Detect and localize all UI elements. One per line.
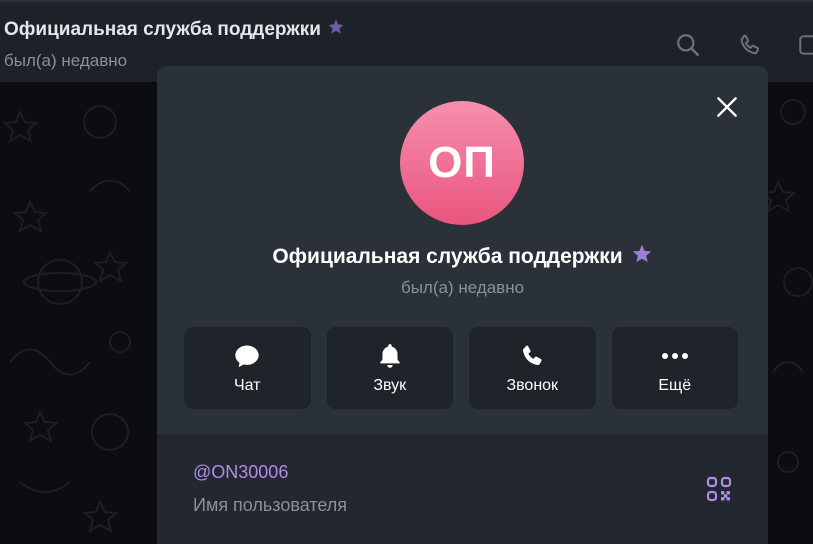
chat-button-label: Чат (233, 377, 261, 394)
premium-star-icon (327, 18, 345, 42)
search-icon[interactable] (673, 30, 703, 60)
sound-button[interactable]: Звук (326, 327, 453, 409)
wallpaper-doodles-right (768, 99, 813, 473)
profile-actions: Чат Звук Звонок Ещё (184, 327, 738, 409)
more-button-label: Ещё (658, 377, 692, 394)
call-button[interactable]: Звонок (469, 327, 596, 409)
chat-button[interactable]: Чат (184, 327, 311, 409)
sound-button-label: Звук (373, 377, 407, 394)
close-icon[interactable] (714, 94, 740, 120)
more-dots-icon (660, 341, 690, 371)
profile-name: Официальная служба поддержки (272, 245, 623, 268)
avatar-initials: ОП (428, 138, 496, 187)
username-info-section: @ON30006 Имя пользователя (157, 434, 768, 544)
profile-name-row: Официальная служба поддержки (157, 243, 768, 271)
phone-icon[interactable] (735, 30, 765, 60)
username-value[interactable]: @ON30006 (193, 462, 288, 483)
profile-modal: ОП Официальная служба поддержки был(а) н… (157, 66, 768, 544)
chat-title[interactable]: Официальная служба поддержки (4, 18, 345, 42)
qr-code-icon[interactable] (706, 476, 732, 502)
chat-bubble-icon (232, 341, 262, 371)
bell-icon (375, 341, 405, 371)
sidebar-icon[interactable] (795, 30, 813, 60)
more-button[interactable]: Ещё (611, 327, 738, 409)
call-button-label: Звонок (506, 377, 559, 394)
chat-status: был(а) недавно (4, 51, 128, 70)
username-caption: Имя пользователя (193, 495, 348, 515)
phone-icon (517, 341, 547, 371)
premium-star-icon[interactable] (631, 243, 653, 271)
wallpaper-doodles-left (2, 105, 131, 534)
chat-title-text: Официальная служба поддержки (4, 19, 321, 40)
avatar[interactable]: ОП (400, 101, 524, 225)
profile-status: был(а) недавно (400, 278, 525, 297)
